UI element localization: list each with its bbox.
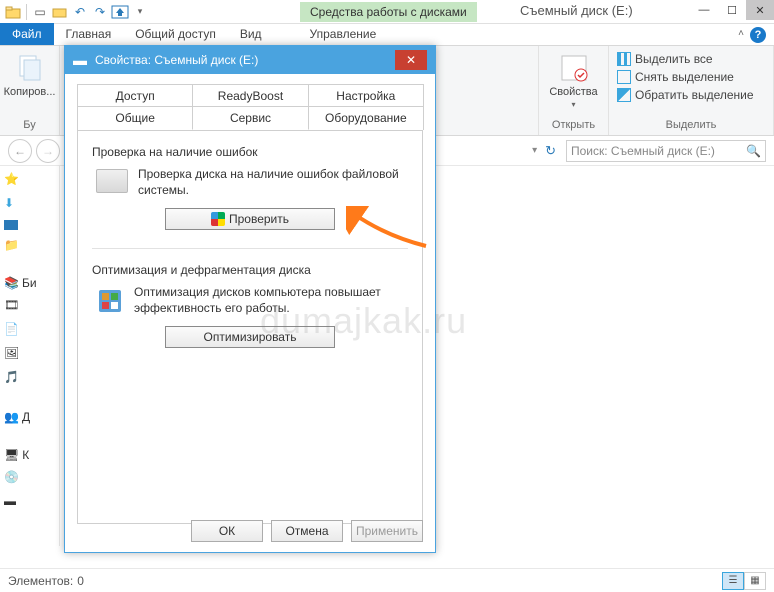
forward-button[interactable]: → [36, 139, 60, 163]
contextual-tab-label: Средства работы с дисками [300, 2, 477, 22]
sb-documents[interactable]: 📄 [4, 322, 55, 338]
library-icon: 📚 [4, 276, 19, 290]
help-icon[interactable]: ? [750, 27, 766, 43]
download-icon: ⬇ [4, 196, 20, 212]
window-buttons: — ☐ ✕ [690, 0, 774, 20]
status-bar: Элементов: 0 ☰ ▦ [0, 568, 774, 592]
sb-disk-e[interactable]: ▬ [4, 494, 55, 510]
sb-music[interactable]: 🎵 [4, 370, 55, 386]
tab-readyboost[interactable]: ReadyBoost [192, 84, 308, 107]
window-title: Съемный диск (E:) [520, 3, 633, 18]
drive-icon [96, 169, 128, 193]
tab-general[interactable]: Общие [77, 106, 193, 130]
tab-share[interactable]: Общий доступ [123, 23, 228, 45]
properties-dialog: ▬ Свойства: Съемный диск (E:) ✕ Доступ R… [64, 45, 436, 553]
video-icon: 🎞 [4, 298, 20, 314]
properties-icon[interactable]: ▭ [31, 3, 49, 21]
sidebar: ⭐ ⬇ 📁 📚Би 🎞 📄 🖼 🎵 👥Д 🖥К 💿 ▬ [0, 166, 60, 546]
dialog-title: Свойства: Съемный диск (E:) [95, 53, 258, 67]
defrag-icon [96, 287, 124, 315]
tab-customize[interactable]: Настройка [308, 84, 424, 107]
dialog-titlebar: ▬ Свойства: Съемный диск (E:) ✕ [65, 46, 435, 74]
back-button[interactable]: ← [8, 139, 32, 163]
sb-libraries[interactable]: 📚Би [4, 276, 55, 290]
file-tab[interactable]: Файл [0, 23, 54, 45]
properties-button[interactable]: Свойства ▾ [547, 50, 600, 111]
check-button[interactable]: Проверить [165, 208, 335, 230]
error-check-desc: Проверка диска на наличие ошибок файлово… [138, 167, 408, 198]
copy-icon [14, 52, 46, 84]
defrag-title: Оптимизация и дефрагментация диска [92, 263, 408, 277]
doc-icon: 📄 [4, 322, 20, 338]
tab-tools[interactable]: Сервис [192, 106, 308, 130]
error-check-title: Проверка на наличие ошибок [92, 145, 408, 159]
star-icon: ⭐ [4, 172, 20, 188]
select-all-link[interactable]: Выделить все [617, 50, 765, 68]
tab-hardware[interactable]: Оборудование [308, 106, 424, 130]
sb-downloads[interactable]: ⬇ [4, 196, 55, 212]
sb-computer[interactable]: 🖥К [4, 448, 55, 462]
undo-icon[interactable]: ↶ [71, 3, 89, 21]
ok-button[interactable]: ОК [191, 520, 263, 542]
tab-access[interactable]: Доступ [77, 84, 193, 107]
dialog-close-button[interactable]: ✕ [395, 50, 427, 70]
sb-disk-c[interactable]: 💿 [4, 470, 55, 486]
maximize-button[interactable]: ☐ [718, 0, 746, 20]
ribbon-tabs: Файл Главная Общий доступ Вид Управление… [0, 24, 774, 46]
computer-icon: 🖥 [4, 448, 19, 462]
disk-icon: ▬ [73, 52, 87, 68]
elements-count: 0 [77, 574, 84, 588]
pic-icon: 🖼 [4, 346, 20, 362]
minimize-button[interactable]: — [690, 0, 718, 20]
search-icon: 🔍 [746, 144, 761, 158]
disk-icon: 💿 [4, 470, 20, 486]
music-icon: 🎵 [4, 370, 20, 386]
customize-qa-icon[interactable]: ▾ [131, 3, 149, 21]
icons-view-button[interactable]: ▦ [744, 572, 766, 590]
chevron-down-icon[interactable]: ▾ [532, 145, 537, 156]
cancel-button[interactable]: Отмена [271, 520, 343, 542]
sb-videos[interactable]: 🎞 [4, 298, 55, 314]
deselect-link[interactable]: Снять выделение [617, 68, 765, 86]
tab-view[interactable]: Вид [228, 23, 274, 45]
sb-homegroup[interactable]: 👥Д [4, 410, 55, 424]
desktop-icon [4, 220, 18, 230]
search-input[interactable]: Поиск: Съемный диск (E:) 🔍 [566, 140, 766, 162]
close-button[interactable]: ✕ [746, 0, 774, 20]
collapse-ribbon-icon[interactable]: ˄ [738, 28, 744, 39]
defrag-desc: Оптимизация дисков компьютера повышает э… [134, 285, 408, 316]
copy-button[interactable]: Копиров... [8, 50, 51, 100]
refresh-icon[interactable]: ↻ [545, 143, 556, 159]
details-view-button[interactable]: ☰ [722, 572, 744, 590]
removable-icon: ▬ [4, 494, 20, 510]
apply-button[interactable]: Применить [351, 520, 423, 542]
select-all-icon [617, 52, 631, 66]
redo-icon[interactable]: ↷ [91, 3, 109, 21]
deselect-icon [617, 70, 631, 84]
sb-pictures[interactable]: 🖼 [4, 346, 55, 362]
properties-large-icon [558, 52, 590, 84]
recent-icon: 📁 [4, 238, 20, 254]
homegroup-icon: 👥 [4, 410, 19, 424]
tab-manage[interactable]: Управление [298, 23, 389, 45]
optimize-button[interactable]: Оптимизировать [165, 326, 335, 348]
explorer-icon [4, 3, 22, 21]
sb-desktop[interactable] [4, 220, 55, 230]
tab-home[interactable]: Главная [54, 23, 124, 45]
elements-label: Элементов: [8, 574, 73, 588]
sb-favorites[interactable]: ⭐ [4, 172, 55, 188]
invert-selection-link[interactable]: Обратить выделение [617, 86, 765, 104]
shield-icon [211, 212, 225, 226]
open-icon[interactable] [51, 3, 69, 21]
tab-panel-tools: Проверка на наличие ошибок Проверка диск… [77, 130, 423, 524]
sb-recent[interactable]: 📁 [4, 238, 55, 254]
up-icon[interactable] [111, 3, 129, 21]
invert-icon [617, 88, 631, 102]
